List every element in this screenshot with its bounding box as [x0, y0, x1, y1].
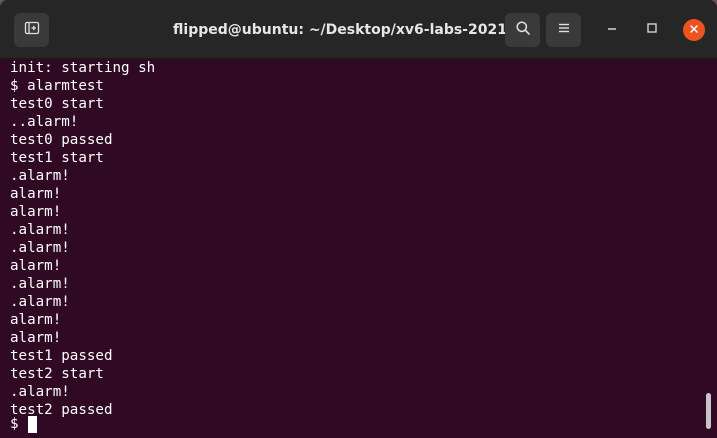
minimize-icon — [606, 21, 618, 39]
search-button[interactable] — [505, 13, 540, 47]
terminal-line: .alarm! — [10, 222, 70, 238]
terminal-line: test1 passed — [10, 348, 113, 364]
window-title: flipped@ubuntu: ~/Desktop/xv6-labs-2021 — [173, 22, 507, 38]
terminal-line: init: starting sh — [10, 60, 156, 76]
search-icon — [515, 20, 531, 41]
terminal-line: test1 start — [10, 150, 104, 166]
menu-button[interactable] — [546, 13, 581, 47]
terminal-line: ..alarm! — [10, 114, 79, 130]
close-button[interactable] — [683, 19, 705, 41]
terminal-line: alarm! — [10, 186, 62, 202]
terminal-output-area[interactable]: init: starting sh $ alarmtest test0 star… — [0, 59, 717, 438]
terminal-line: alarm! — [10, 258, 62, 274]
text-cursor — [27, 415, 37, 433]
scrollbar-thumb[interactable] — [706, 393, 711, 429]
terminal-line: alarm! — [10, 312, 62, 328]
title-bar: flipped@ubuntu: ~/Desktop/xv6-labs-2021 — [0, 0, 717, 59]
terminal-line: .alarm! — [10, 240, 70, 256]
shell-prompt[interactable]: $ — [10, 415, 37, 433]
terminal-window: flipped@ubuntu: ~/Desktop/xv6-labs-2021 — [0, 0, 717, 438]
maximize-button[interactable] — [641, 19, 663, 41]
terminal-line: .alarm! — [10, 294, 70, 310]
terminal-line: test0 passed — [10, 132, 113, 148]
terminal-line: alarm! — [10, 204, 62, 220]
new-tab-icon — [24, 20, 40, 41]
prompt-symbol: $ — [10, 416, 19, 432]
hamburger-menu-icon — [557, 21, 571, 40]
terminal-line: .alarm! — [10, 384, 70, 400]
terminal-line: .alarm! — [10, 168, 70, 184]
terminal-line: test0 start — [10, 96, 104, 112]
close-icon — [689, 21, 699, 39]
terminal-line: test2 start — [10, 366, 104, 382]
minimize-button[interactable] — [601, 19, 623, 41]
terminal-line: .alarm! — [10, 276, 70, 292]
terminal-line: $ alarmtest — [10, 78, 104, 94]
terminal-line: alarm! — [10, 330, 62, 346]
terminal-lines: init: starting sh $ alarmtest test0 star… — [10, 59, 155, 419]
maximize-icon — [646, 21, 658, 39]
new-tab-button[interactable] — [14, 13, 49, 47]
